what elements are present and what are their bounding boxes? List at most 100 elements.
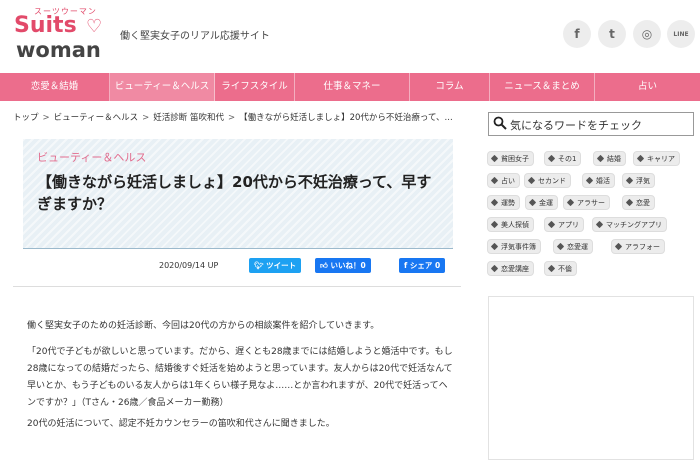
main-nav: 恋愛＆結婚 ビューティー＆ヘルス ライフスタイル 仕事＆マネー コラム ニュース… — [0, 73, 700, 101]
twitter-bird-icon: 🐦︎ — [254, 261, 267, 270]
article-paragraph: 働く堅実女子のための妊活診断、今回は20代の方からの相談案件を紹介していきます。 — [27, 321, 380, 331]
tag-icon — [547, 154, 556, 163]
tag-label: 恋愛 — [636, 199, 650, 207]
tag-item[interactable]: キャリア — [633, 151, 680, 166]
tweet-label: ツイート — [266, 261, 297, 270]
tag-item[interactable]: 婚活 — [582, 173, 615, 188]
tag-icon — [490, 264, 499, 273]
tag-item[interactable]: 美人探偵 — [487, 217, 534, 232]
tag-icon — [596, 154, 605, 163]
tag-label: 浮気事件簿 — [501, 243, 536, 251]
tag-label: アラフォー — [625, 243, 660, 251]
divider — [13, 286, 461, 287]
nav-item-fortune[interactable]: 占い — [595, 73, 700, 101]
tag-icon — [547, 264, 556, 273]
tag-label: マッチングアプリ — [606, 221, 662, 229]
tag-icon — [566, 198, 575, 207]
tag-item[interactable]: アラサー — [563, 195, 610, 210]
tag-label: キャリア — [647, 155, 675, 163]
tag-label: アプリ — [558, 221, 579, 229]
breadcrumb: トップ > ビューティー＆ヘルス > 妊活診断 笛吹和代 > 【働きながら妊活しましょ】20… — [13, 111, 453, 123]
twitter-icon[interactable]: t — [598, 20, 626, 48]
article-title-box: ビューティー＆ヘルス 【働きながら妊活しましょ】20代から不妊治療って、早すぎま… — [23, 139, 453, 249]
article-title: 【働きながら妊活しましょ】20代から不妊治療って、早すぎますか？ — [37, 173, 432, 213]
nav-item-love-marriage[interactable]: 恋愛＆結婚 — [0, 73, 110, 101]
keyword-search-box[interactable]: 気になるワードをチェック — [488, 112, 694, 136]
share-label: シェア 0 — [409, 261, 441, 270]
tag-label: 美人探偵 — [501, 221, 529, 229]
tag-item[interactable]: 恋愛運 — [553, 239, 593, 254]
tag-icon — [625, 176, 634, 185]
tag-item[interactable]: 金運 — [525, 195, 558, 210]
tag-item[interactable]: 不倫 — [544, 261, 577, 276]
article-paragraph: 20代の妊活について、認定不妊カウンセラーの笛吹和代さんに聞きました。 — [27, 419, 335, 429]
article-paragraph: 「20代で子どもが欲しいと思っています。だから、遅くとも28歳までには結婚しよう… — [27, 347, 453, 408]
tag-label: 運勢 — [501, 199, 515, 207]
thumbs-up-icon: 👍︎ — [320, 261, 331, 270]
tag-item[interactable]: 占い — [487, 173, 520, 188]
tag-label: セカンド — [538, 177, 566, 185]
tag-item[interactable]: アプリ — [544, 217, 584, 232]
breadcrumb-home[interactable]: トップ — [13, 113, 39, 123]
breadcrumb-category[interactable]: ビューティー＆ヘルス — [54, 113, 139, 123]
tag-label: 浮気 — [636, 177, 650, 185]
tag-item[interactable]: 結婚 — [593, 151, 626, 166]
tag-icon — [614, 242, 623, 251]
nav-item-news[interactable]: ニュース＆まとめ — [490, 73, 595, 101]
tweet-button[interactable]: 🐦︎ ツイート — [249, 258, 302, 273]
tag-item[interactable]: 浮気 — [622, 173, 655, 188]
tag-label: 恋愛運 — [567, 243, 588, 251]
tag-icon — [490, 220, 499, 229]
tag-item[interactable]: セカンド — [524, 173, 571, 188]
tag-label: 不倫 — [558, 265, 572, 273]
tag-item[interactable]: マッチングアプリ — [592, 217, 667, 232]
search-icon — [493, 116, 507, 130]
logo-suits: Suits — [14, 13, 77, 38]
facebook-icon[interactable]: f — [563, 20, 591, 48]
nav-item-beauty-health[interactable]: ビューティー＆ヘルス — [110, 73, 215, 101]
breadcrumb-current: 【働きながら妊活しましょ】20代から不妊治療って、... — [239, 113, 453, 123]
facebook-share-button[interactable]: f シェア 0 — [399, 258, 446, 273]
tag-label: 金運 — [539, 199, 553, 207]
tag-item[interactable]: 運勢 — [487, 195, 520, 210]
tag-icon — [585, 176, 594, 185]
tag-item[interactable]: 貧困女子 — [487, 151, 534, 166]
article-date: 2020/09/14 UP — [159, 261, 219, 270]
tag-label: 占い — [501, 177, 515, 185]
logo-woman: woman — [16, 38, 101, 62]
tag-icon — [490, 198, 499, 207]
nav-item-column[interactable]: コラム — [410, 73, 490, 101]
like-label: いいね！0 — [330, 261, 366, 270]
line-icon[interactable]: LINE — [667, 20, 695, 48]
tag-icon — [636, 154, 645, 163]
tag-icon — [490, 154, 499, 163]
article-category[interactable]: ビューティー＆ヘルス — [37, 149, 146, 165]
sidebar-ad-box — [488, 296, 694, 460]
article-content: ビューティー＆ヘルス 【働きながら妊活しましょ】20代から不妊治療って、早すぎま… — [13, 129, 461, 460]
tag-icon — [490, 242, 499, 251]
site-logo[interactable]: スーツウーマン Suits ♡ woman — [14, 6, 110, 64]
tag-icon — [625, 198, 634, 207]
breadcrumb-separator: > — [42, 113, 50, 123]
tag-item[interactable]: 浮気事件簿 — [487, 239, 541, 254]
tag-icon — [527, 176, 536, 185]
instagram-icon[interactable]: ◎ — [633, 20, 661, 48]
tag-item[interactable]: 恋愛 — [622, 195, 655, 210]
tag-item[interactable]: 恋愛講座 — [487, 261, 534, 276]
logo-heart-icon: ♡ — [86, 16, 103, 37]
tag-icon — [556, 242, 565, 251]
nav-item-work-money[interactable]: 仕事＆マネー — [295, 73, 410, 101]
breadcrumb-separator: > — [227, 113, 236, 123]
facebook-like-button[interactable]: 👍︎ いいね！0 — [315, 258, 371, 273]
tag-icon — [547, 220, 556, 229]
search-placeholder: 気になるワードをチェック — [510, 119, 642, 132]
nav-item-lifestyle[interactable]: ライフスタイル — [215, 73, 295, 101]
tag-label: 婚活 — [596, 177, 610, 185]
tag-item[interactable]: その1 — [544, 151, 582, 166]
tag-label: 貧困女子 — [501, 155, 529, 163]
tag-label: その1 — [558, 155, 577, 163]
breadcrumb-series[interactable]: 妊活診断 笛吹和代 — [153, 113, 224, 123]
tag-item[interactable]: アラフォー — [611, 239, 665, 254]
tag-label: 結婚 — [607, 155, 621, 163]
site-header: スーツウーマン Suits ♡ woman 働く堅実女子のリアル応援サイト f … — [0, 0, 700, 72]
